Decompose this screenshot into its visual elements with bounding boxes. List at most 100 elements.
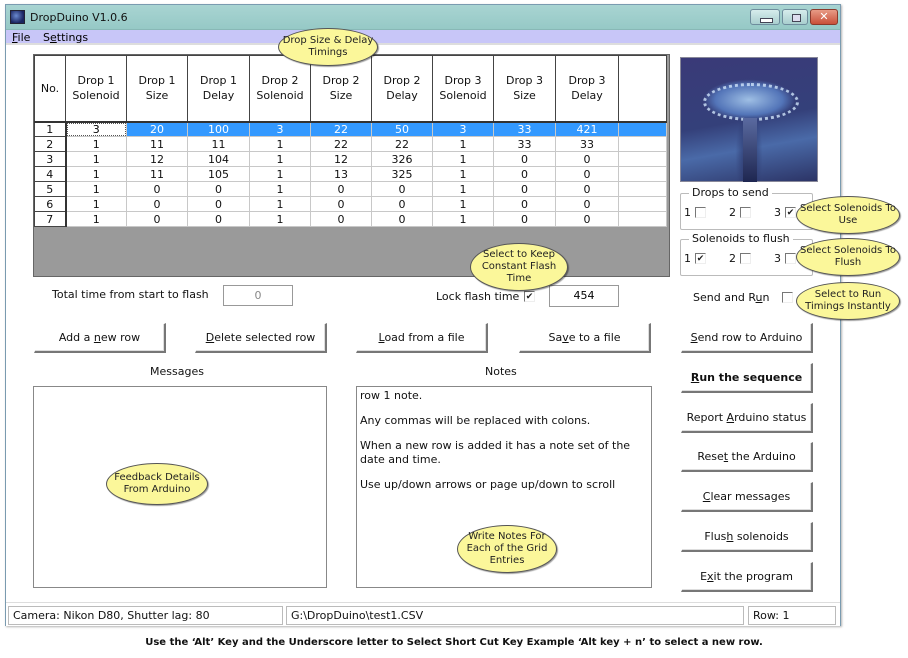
- menu-file[interactable]: File: [12, 31, 30, 44]
- reset-arduino-button[interactable]: Reset the Arduino: [681, 442, 813, 472]
- table-cell[interactable]: 0: [493, 181, 556, 197]
- table-cell[interactable]: 1: [249, 136, 311, 152]
- table-cell[interactable]: 1: [432, 211, 494, 227]
- table-row[interactable]: 5100100100: [34, 181, 667, 197]
- table-cell[interactable]: [618, 136, 667, 152]
- table-cell[interactable]: 0: [493, 151, 556, 167]
- table-cell[interactable]: 0: [126, 211, 188, 227]
- table-cell[interactable]: 0: [310, 196, 372, 212]
- table-cell[interactable]: 11: [126, 136, 188, 152]
- table-cell[interactable]: 1: [249, 196, 311, 212]
- table-cell[interactable]: 1: [249, 181, 311, 197]
- table-cell[interactable]: 0: [126, 196, 188, 212]
- column-header[interactable]: Drop 1 Size: [126, 55, 188, 123]
- column-header[interactable]: Drop 1 Solenoid: [65, 55, 127, 123]
- table-cell[interactable]: 1: [65, 181, 127, 197]
- drop-1-checkbox[interactable]: [695, 207, 706, 218]
- table-cell[interactable]: 1: [432, 136, 494, 152]
- table-cell[interactable]: 33: [555, 136, 619, 152]
- send-row-button[interactable]: Send row to Arduino: [681, 323, 813, 353]
- send-and-run-checkbox[interactable]: [782, 292, 793, 303]
- table-cell[interactable]: 104: [187, 151, 250, 167]
- table-cell[interactable]: 1: [432, 151, 494, 167]
- table-cell[interactable]: [618, 166, 667, 182]
- timing-grid[interactable]: No. Drop 1 Solenoid Drop 1 Size Drop 1 Dela…: [33, 54, 670, 277]
- table-cell[interactable]: 13: [310, 166, 372, 182]
- run-sequence-button[interactable]: Run the sequence: [681, 363, 813, 393]
- table-cell[interactable]: 1: [249, 166, 311, 182]
- table-row[interactable]: 6100100100: [34, 196, 667, 212]
- table-cell[interactable]: 22: [371, 136, 433, 152]
- lock-flash-checkbox[interactable]: [524, 291, 535, 302]
- lock-flash-value-field[interactable]: 454: [549, 285, 619, 307]
- menu-settings[interactable]: Settings: [43, 31, 88, 44]
- column-header[interactable]: Drop 2 Delay: [371, 55, 433, 123]
- add-row-button[interactable]: Add a new row: [34, 323, 166, 353]
- row-number[interactable]: 3: [34, 151, 67, 167]
- table-row[interactable]: 4 1 11 105 1 13 325 1 0 0: [34, 166, 667, 182]
- row-number[interactable]: 6: [34, 196, 67, 212]
- table-cell[interactable]: 1: [65, 136, 127, 152]
- table-cell[interactable]: [618, 196, 667, 212]
- table-cell[interactable]: 0: [555, 196, 619, 212]
- table-cell[interactable]: [618, 211, 667, 227]
- table-cell[interactable]: 326: [371, 151, 433, 167]
- table-cell[interactable]: 0: [493, 211, 556, 227]
- flush-2-checkbox[interactable]: [740, 253, 751, 264]
- table-cell[interactable]: 33: [493, 121, 556, 137]
- flush-solenoids-button[interactable]: Flush solenoids: [681, 522, 813, 552]
- table-cell[interactable]: 3: [65, 121, 127, 137]
- clear-messages-button[interactable]: Clear messages: [681, 482, 813, 512]
- table-row[interactable]: 2 1 11 11 1 22 22 1 33 33: [34, 136, 667, 152]
- table-cell[interactable]: 1: [65, 211, 127, 227]
- table-cell[interactable]: 11: [187, 136, 250, 152]
- flush-1-checkbox[interactable]: [695, 253, 706, 264]
- table-cell[interactable]: 0: [187, 211, 250, 227]
- table-cell[interactable]: 1: [432, 181, 494, 197]
- table-cell[interactable]: 1: [65, 151, 127, 167]
- delete-row-button[interactable]: Delete selected row: [195, 323, 327, 353]
- table-cell[interactable]: 3: [249, 121, 311, 137]
- table-cell[interactable]: 50: [371, 121, 433, 137]
- drop-3-checkbox[interactable]: [785, 207, 796, 218]
- save-file-button[interactable]: Save to a file: [519, 323, 651, 353]
- table-cell[interactable]: 3: [432, 121, 494, 137]
- row-number[interactable]: 1: [34, 121, 67, 137]
- drop-2-checkbox[interactable]: [740, 207, 751, 218]
- table-row[interactable]: 7100100100: [34, 211, 667, 227]
- column-header[interactable]: Drop 3 Delay: [555, 55, 619, 123]
- table-cell[interactable]: 12: [310, 151, 372, 167]
- row-number[interactable]: 4: [34, 166, 67, 182]
- table-cell[interactable]: 0: [555, 166, 619, 182]
- table-cell[interactable]: 325: [371, 166, 433, 182]
- column-header[interactable]: No.: [34, 55, 66, 123]
- table-cell[interactable]: 1: [249, 211, 311, 227]
- table-cell[interactable]: 33: [493, 136, 556, 152]
- table-cell[interactable]: 0: [493, 166, 556, 182]
- table-cell[interactable]: 0: [310, 211, 372, 227]
- table-cell[interactable]: [618, 121, 667, 137]
- column-header[interactable]: Drop 3 Size: [493, 55, 556, 123]
- table-cell[interactable]: 0: [493, 196, 556, 212]
- table-cell[interactable]: 0: [310, 181, 372, 197]
- table-cell[interactable]: 1: [432, 196, 494, 212]
- table-cell[interactable]: 0: [126, 181, 188, 197]
- table-cell[interactable]: [618, 151, 667, 167]
- table-cell[interactable]: 0: [371, 196, 433, 212]
- table-cell[interactable]: 421: [555, 121, 619, 137]
- title-bar[interactable]: DropDuino V1.0.6 ✕: [6, 5, 840, 30]
- minimize-button[interactable]: [750, 9, 780, 25]
- table-cell[interactable]: 0: [371, 181, 433, 197]
- table-cell[interactable]: 1: [249, 151, 311, 167]
- maximize-button[interactable]: [782, 9, 808, 25]
- table-cell[interactable]: 20: [126, 121, 188, 137]
- load-file-button[interactable]: Load from a file: [356, 323, 488, 353]
- table-cell[interactable]: 1: [65, 196, 127, 212]
- row-number[interactable]: 2: [34, 136, 67, 152]
- column-header[interactable]: Drop 2 Solenoid: [249, 55, 311, 123]
- column-header[interactable]: Drop 3 Solenoid: [432, 55, 494, 123]
- table-cell[interactable]: 22: [310, 121, 372, 137]
- table-cell[interactable]: 1: [65, 166, 127, 182]
- row-number[interactable]: 5: [34, 181, 67, 197]
- table-cell[interactable]: 1: [432, 166, 494, 182]
